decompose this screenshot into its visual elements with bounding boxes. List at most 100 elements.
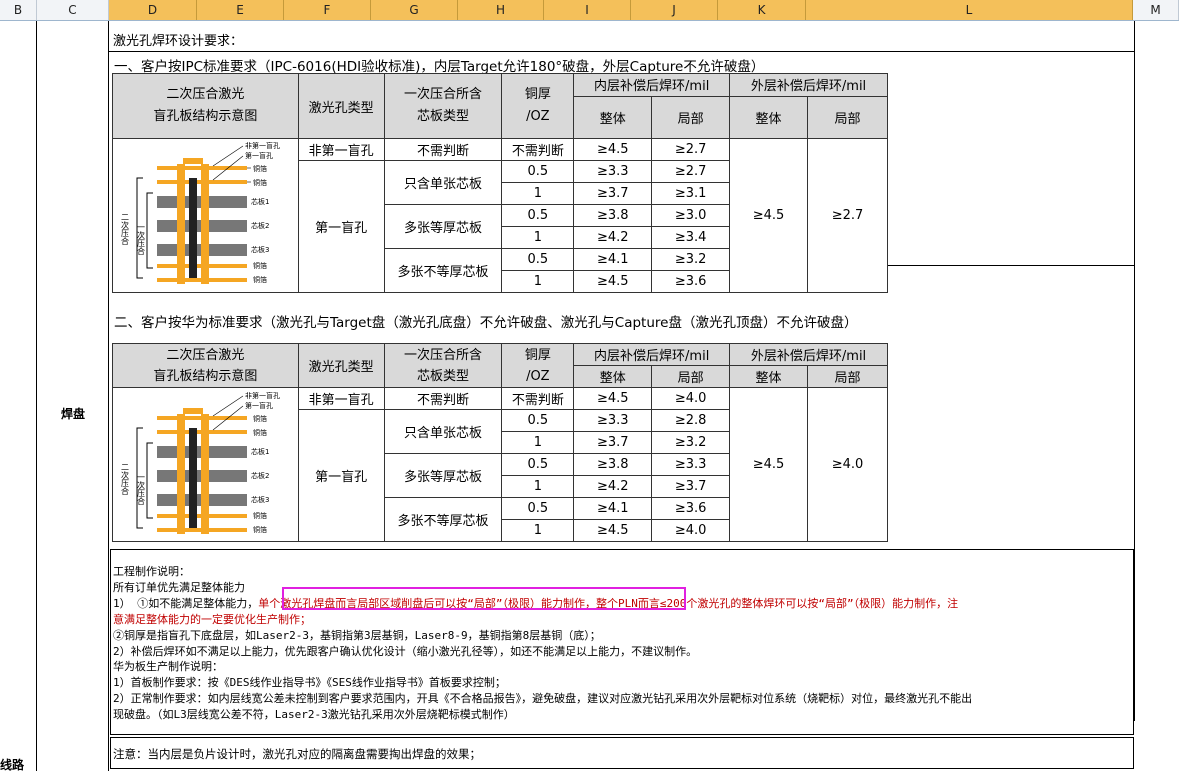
- diagram-label-cu-2: 铜箔: [253, 178, 267, 187]
- table-cell: ≥4.5: [573, 138, 653, 161]
- notes-line: 工程制作说明：: [113, 565, 190, 578]
- table-cell: 不需判断: [383, 138, 503, 161]
- table-cell: 第一盲孔: [297, 160, 385, 293]
- diagram-label-first-press: 一次压合: [137, 473, 146, 506]
- table-cell: 不需判断: [501, 387, 575, 410]
- header-local: 局部: [807, 365, 888, 388]
- diagram-label-core-2: 芯板2: [251, 471, 269, 480]
- notes-line: 2）正常制作要求：如内层线宽公差未控制到客户要求范围内，开具《不合格品报告》，避…: [113, 692, 973, 706]
- table-cell: ≥3.3: [651, 453, 731, 476]
- notes-line: 意满足整体能力的一定要优化生产制作；: [113, 612, 311, 626]
- header-local: 局部: [651, 95, 731, 140]
- header-diagram: 二次压合激光: [166, 347, 245, 363]
- column-header-k[interactable]: K: [718, 0, 806, 20]
- table-cell: 只含单张芯板: [383, 160, 503, 205]
- header-diagram: 二次压合激光: [166, 87, 245, 102]
- blind-via-structure-diagram-1: 二次压合 一次压合 非第一盲孔 第一盲孔 铜箔 铜箔 芯板1 芯板2 芯板3 铜…: [121, 141, 280, 284]
- header-cu: 铜厚: [524, 87, 551, 102]
- diagram-label-first: 第一盲孔: [245, 401, 273, 410]
- notes-text: 1） ①如不能满足整体能力，: [113, 596, 259, 610]
- table-cell: 0.5: [501, 409, 575, 432]
- table-cell: ≥4.0: [807, 387, 888, 542]
- header-inner-ring: 内层补偿后焊环/mil: [573, 343, 731, 366]
- table-cell: 不需判断: [501, 138, 575, 161]
- diagram-label-core-3: 芯板3: [251, 495, 269, 504]
- header-core-type: 一次压合所含: [403, 347, 482, 363]
- table-cell: 多张不等厚芯板: [383, 497, 503, 542]
- table-cell: ≥3.0: [651, 204, 731, 227]
- header-core-type-2: 芯板类型: [416, 368, 469, 384]
- table-cell: ≥3.1: [651, 182, 731, 205]
- row-label-pad: 焊盘: [61, 407, 86, 421]
- table-cell: 1: [501, 182, 575, 205]
- table-cell: ≥3.4: [651, 226, 731, 249]
- row-label-line: 线路: [0, 758, 25, 772]
- notes-line: 华为板生产制作说明：: [113, 660, 223, 674]
- header-whole: 整体: [573, 95, 653, 140]
- table-cell: ≥2.8: [651, 409, 731, 432]
- column-header-l[interactable]: L: [806, 0, 1133, 20]
- table-cell: ≥3.6: [651, 497, 731, 520]
- grid-line: [36, 21, 37, 771]
- header-outer-ring: 外层补偿后焊环/mil: [729, 343, 888, 366]
- header-cu: 铜厚: [524, 347, 551, 363]
- table-cell: 多张等厚芯板: [383, 204, 503, 249]
- table-cell: 1: [501, 475, 575, 498]
- column-header-c[interactable]: C: [37, 0, 109, 20]
- column-header-d[interactable]: D: [109, 0, 197, 20]
- notes-line: 1）首板制作要求：按《DES线作业指导书》《SES线作业指导书》首板要求控制；: [113, 676, 506, 690]
- grid-line: [108, 21, 109, 771]
- table-cell: ≥2.7: [807, 138, 888, 293]
- table-cell: 0.5: [501, 248, 575, 271]
- table-cell: ≥4.0: [651, 387, 731, 410]
- column-header-i[interactable]: I: [544, 0, 631, 20]
- header-whole: 整体: [573, 365, 653, 388]
- table-cell: ≥3.7: [573, 182, 653, 205]
- header-hole-type: 激光孔类型: [297, 73, 385, 139]
- grid-line: [1134, 21, 1135, 721]
- blind-via-structure-diagram-2: 二次压合 一次压合 非第一盲孔 第一盲孔 铜箔 铜箔 芯板1 芯板2 芯板3 铜…: [121, 391, 280, 534]
- page-heading: 激光孔焊环设计要求：: [113, 34, 244, 49]
- section2-title: 二、客户按华为标准要求（激光孔与Target盘（激光孔底盘）不允许破盘、激光孔与…: [114, 315, 858, 331]
- header-cu-2: /OZ: [526, 368, 550, 384]
- table-cell: ≥4.0: [651, 519, 731, 542]
- section1-title: 一、客户按IPC标准要求（IPC-6016(HDI验收标准)，内层Target允…: [114, 59, 765, 75]
- table-cell: 1: [501, 226, 575, 249]
- diagram-label-cu-1: 铜箔: [253, 164, 267, 173]
- diagram-label-second-press: 二次压合: [121, 213, 130, 246]
- column-header-bar: B C D E F G H I J K L M: [0, 0, 1179, 21]
- table-cell: ≥4.5: [573, 270, 653, 293]
- table-cell: 1: [501, 519, 575, 542]
- table-cell: ≥3.2: [651, 431, 731, 454]
- table-cell: ≥3.8: [573, 453, 653, 476]
- table-cell: 多张不等厚芯板: [383, 248, 503, 293]
- table-cell: ≥4.5: [573, 519, 653, 542]
- diagram-label-cu-1: 铜箔: [253, 414, 267, 423]
- negative-film-note: 注意：当内层是负片设计时，激光孔对应的隔离盘需要掏出焊盘的效果；: [110, 737, 1134, 769]
- table-cell: 第一盲孔: [297, 409, 385, 542]
- column-header-f[interactable]: F: [284, 0, 371, 20]
- table-cell: 0.5: [501, 204, 575, 227]
- diagram-label-non-first: 非第一盲孔: [245, 141, 280, 150]
- highlight-box: [282, 587, 686, 610]
- column-header-g[interactable]: G: [371, 0, 458, 20]
- table-cell: 1: [501, 270, 575, 293]
- notes-line: ②铜厚是指盲孔下底盘层，如Laser2-3，基铜指第3层基铜，Laser8-9，…: [113, 628, 601, 642]
- column-header-e[interactable]: E: [197, 0, 284, 20]
- grid-line: [888, 265, 1134, 266]
- header-cu-2: /OZ: [526, 109, 550, 124]
- header-outer-ring: 外层补偿后焊环/mil: [729, 73, 888, 97]
- diagram-label-cu-2: 铜箔: [253, 428, 267, 437]
- column-header-m[interactable]: M: [1133, 0, 1179, 20]
- column-header-j[interactable]: J: [631, 0, 718, 20]
- diagram-label-core-2: 芯板2: [251, 221, 269, 230]
- table-cell: ≥2.7: [651, 160, 731, 183]
- column-header-h[interactable]: H: [458, 0, 544, 20]
- header-diagram-2: 盲孔板结构示意图: [153, 109, 258, 124]
- diagram-label-non-first: 非第一盲孔: [245, 391, 280, 400]
- notes-line: 2）补偿后焊环如不满足以上能力，优先跟客户确认优化设计（缩小激光孔径等），如还不…: [113, 644, 698, 658]
- engineering-notes-textbox[interactable]: 工程制作说明： 所有订单优先满足整体能力 1） ①如不能满足整体能力，单个激光孔…: [110, 549, 1134, 735]
- column-header-b[interactable]: B: [0, 0, 37, 20]
- worksheet[interactable]: 焊盘 线路 激光孔焊环设计要求： 一、客户按IPC标准要求（IPC-6016(H…: [0, 21, 1179, 772]
- table-cell: 多张等厚芯板: [383, 453, 503, 498]
